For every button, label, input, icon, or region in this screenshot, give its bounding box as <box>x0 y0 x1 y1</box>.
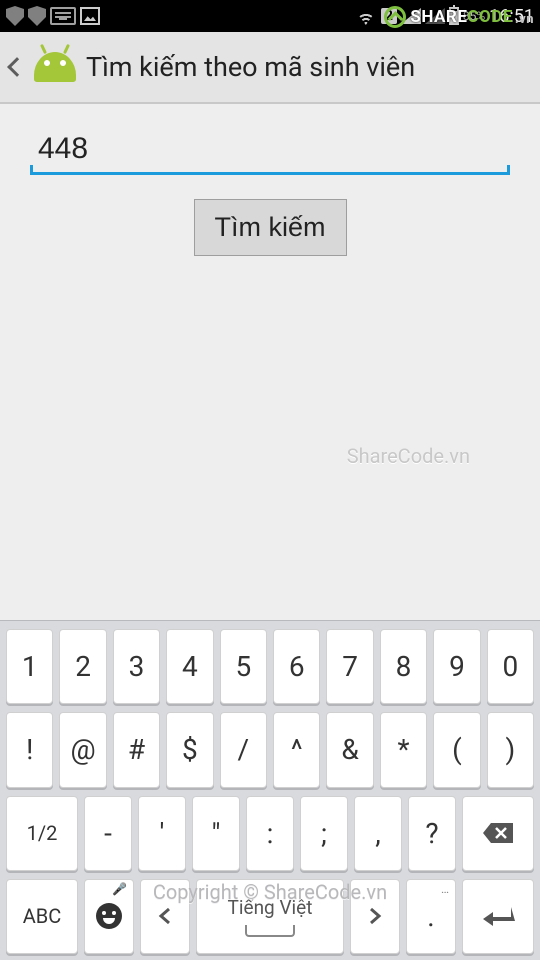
key-enter[interactable] <box>462 879 534 954</box>
key-4[interactable]: 4 <box>166 629 213 704</box>
key-0[interactable]: 0 <box>487 629 534 704</box>
key-1[interactable]: 1 <box>6 629 53 704</box>
keyboard-row-2: !@#$/^&*() <box>6 712 534 787</box>
key-2[interactable]: 2 <box>59 629 106 704</box>
key-sym-3[interactable]: $ <box>166 712 213 787</box>
watermark-logo: SHARECODE.vn <box>384 6 534 28</box>
key-emoji[interactable]: 🎤 <box>84 879 134 954</box>
key-sym-7[interactable]: * <box>380 712 427 787</box>
keyboard-row-3: 1/2 -'":;,? <box>6 796 534 871</box>
page-title: Tìm kiếm theo mã sinh viên <box>86 51 415 83</box>
back-icon[interactable] <box>7 57 27 77</box>
shield-icon <box>28 6 46 26</box>
key-sym-5[interactable]: ^ <box>273 712 320 787</box>
content-area: Tìm kiếm ShareCode.vn <box>0 104 540 620</box>
search-button[interactable]: Tìm kiếm <box>194 199 347 256</box>
voice-icon: 🎤 <box>112 882 127 896</box>
key-5[interactable]: 5 <box>220 629 267 704</box>
key-arrow-right[interactable] <box>350 879 400 954</box>
key-punct-2[interactable]: " <box>192 796 240 871</box>
keyboard-row-4: ABC 🎤 Tiếng Việt … . <box>6 879 534 954</box>
action-bar: Tìm kiếm theo mã sinh viên <box>0 32 540 104</box>
student-id-input[interactable] <box>30 122 510 175</box>
key-arrow-left[interactable] <box>140 879 190 954</box>
key-8[interactable]: 8 <box>380 629 427 704</box>
key-punct-3[interactable]: : <box>246 796 294 871</box>
key-punct-6[interactable]: ? <box>408 796 456 871</box>
key-sym-6[interactable]: & <box>326 712 373 787</box>
soft-keyboard: 1234567890 !@#$/^&*() 1/2 -'":;,? ABC 🎤 … <box>0 620 540 960</box>
key-mode-abc[interactable]: ABC <box>6 879 78 954</box>
key-space[interactable]: Tiếng Việt <box>196 879 344 954</box>
shield-icon <box>6 6 24 26</box>
key-9[interactable]: 9 <box>433 629 480 704</box>
image-icon <box>80 7 100 25</box>
key-punct-4[interactable]: ; <box>300 796 348 871</box>
watermark-text: ShareCode.vn <box>347 444 470 468</box>
key-3[interactable]: 3 <box>113 629 160 704</box>
key-punct-5[interactable]: , <box>354 796 402 871</box>
key-sym-0[interactable]: ! <box>6 712 53 787</box>
space-label: Tiếng Việt <box>228 896 313 919</box>
emoji-icon <box>96 903 122 929</box>
ellipsis-hint: … <box>441 882 449 896</box>
app-icon[interactable] <box>34 52 76 82</box>
key-sym-2[interactable]: # <box>113 712 160 787</box>
key-sym-8[interactable]: ( <box>433 712 480 787</box>
key-page-toggle[interactable]: 1/2 <box>6 796 78 871</box>
key-sym-9[interactable]: ) <box>487 712 534 787</box>
key-sym-1[interactable]: @ <box>59 712 106 787</box>
keyboard-icon <box>50 7 76 25</box>
key-backspace[interactable] <box>462 796 534 871</box>
key-sym-4[interactable]: / <box>220 712 267 787</box>
wifi-icon <box>355 7 377 25</box>
key-punct-0[interactable]: - <box>84 796 132 871</box>
key-7[interactable]: 7 <box>326 629 373 704</box>
key-6[interactable]: 6 <box>273 629 320 704</box>
key-punct-1[interactable]: ' <box>138 796 186 871</box>
key-period[interactable]: … . <box>406 879 456 954</box>
keyboard-row-1: 1234567890 <box>6 629 534 704</box>
